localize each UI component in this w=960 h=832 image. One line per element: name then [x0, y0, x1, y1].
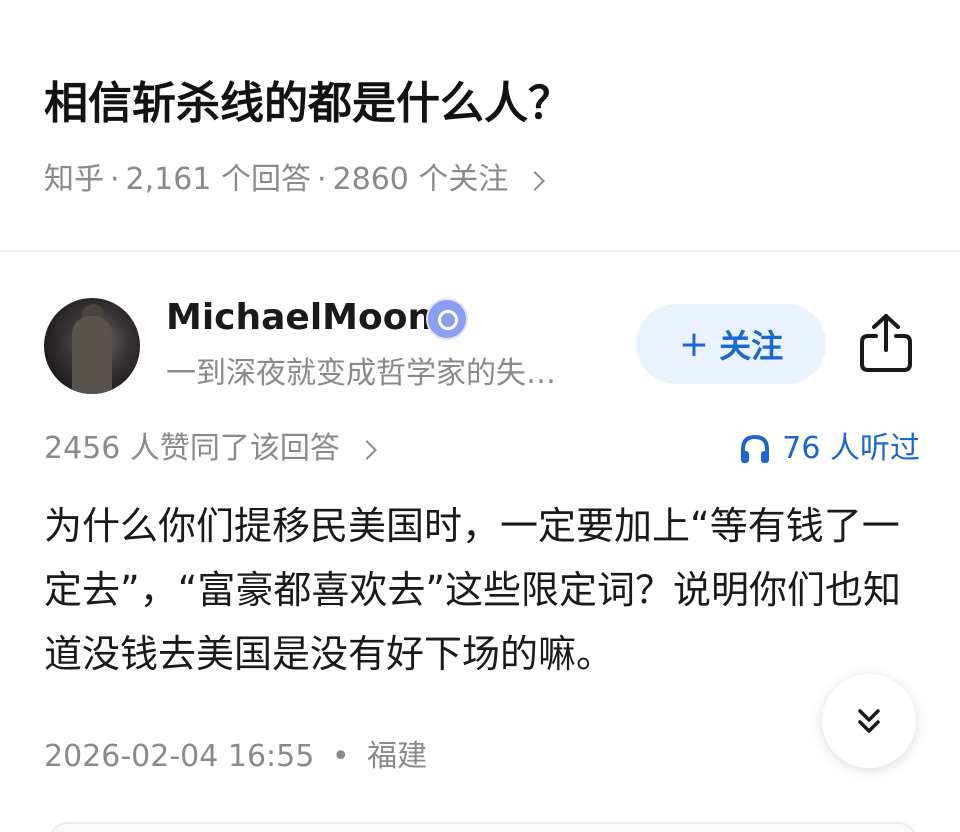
meta-separator: · — [316, 162, 327, 197]
verified-badge-icon — [426, 298, 468, 340]
stats-row: 2456 人赞同了该回答 76 人听过 — [44, 426, 920, 472]
meta-separator: · — [110, 162, 120, 197]
follow-button[interactable]: + 关注 — [636, 304, 826, 384]
question-meta[interactable]: 知乎 · 2,161 个回答 · 2860 个关注 — [44, 158, 546, 202]
author-bio: 一到深夜就变成哲学家的失… — [166, 356, 556, 391]
expand-button[interactable] — [822, 674, 916, 768]
answer-meta: 2026-02-04 16:55 • 福建 — [44, 734, 427, 780]
chevron-right-icon — [356, 440, 377, 460]
avatar[interactable] — [44, 298, 140, 394]
double-chevron-down-icon — [858, 709, 880, 733]
answer-timestamp: 2026-02-04 16:55 — [44, 739, 315, 774]
source-label: 知乎 — [44, 162, 104, 197]
answer-page: 相信斩杀线的都是什么人？ 知乎 · 2,161 个回答 · 2860 个关注 M… — [0, 0, 960, 832]
answers-count: 2,161 个回答 — [125, 162, 311, 197]
plus-icon: + — [678, 323, 710, 365]
listen-label: 76 人听过 — [782, 431, 920, 466]
avatar-figure-body — [72, 316, 112, 394]
meta-separator: • — [331, 739, 350, 774]
share-icon[interactable] — [858, 312, 914, 374]
likes-label: 2456 人赞同了该回答 — [44, 431, 340, 466]
section-divider — [0, 250, 960, 252]
headphones-icon — [741, 434, 770, 463]
follow-label: 关注 — [719, 327, 784, 365]
answer-body[interactable]: 为什么你们提移民美国时，一定要加上“等有钱了一定去”，“富豪都喜欢去”这些限定词… — [44, 494, 920, 686]
listen-count[interactable]: 76 人听过 — [738, 426, 920, 472]
followers-count: 2860 个关注 — [332, 162, 509, 197]
question-title[interactable]: 相信斩杀线的都是什么人？ — [44, 74, 572, 134]
likes-count[interactable]: 2456 人赞同了该回答 — [44, 426, 377, 472]
chevron-right-icon — [525, 171, 546, 191]
answer-location: 福建 — [367, 739, 428, 774]
next-card-edge — [48, 822, 918, 832]
author-name[interactable]: MichaelMoon — [166, 294, 433, 342]
